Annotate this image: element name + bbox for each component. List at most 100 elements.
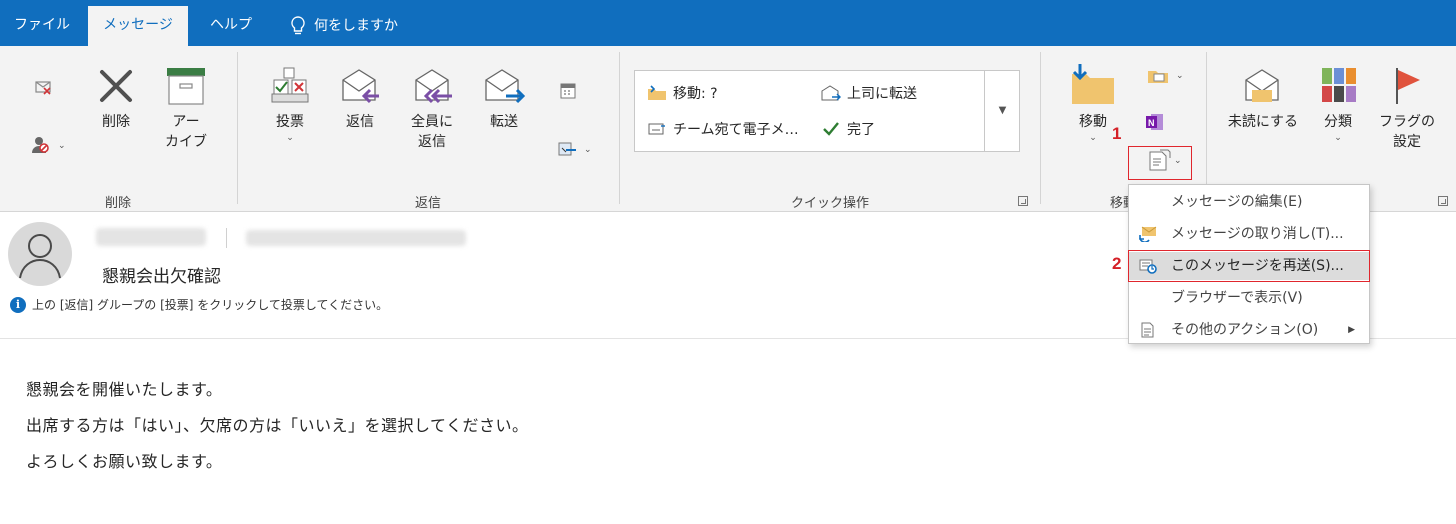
categorize-icon: [1322, 68, 1356, 102]
categorize-button[interactable]: 分類 ⌄: [1314, 66, 1362, 144]
vote-label: 投票: [276, 114, 304, 130]
onenote-button[interactable]: N: [1144, 112, 1166, 138]
body-line-3: よろしくお願い致します。: [26, 452, 223, 471]
tab-message[interactable]: メッセージ: [88, 6, 188, 46]
junk-button[interactable]: ⌄: [24, 136, 74, 160]
group-label-quick-steps: クイック操作: [790, 196, 869, 211]
other-actions-icon: [1141, 322, 1154, 338]
quick-step-move-to[interactable]: 移動: ?: [647, 83, 718, 103]
delete-x-icon: [100, 70, 132, 102]
forward-button[interactable]: 転送: [476, 66, 532, 132]
mark-unread-label: 未読にする: [1227, 114, 1299, 130]
unread-icon: [1245, 69, 1279, 102]
delete-button[interactable]: 削除: [88, 66, 144, 132]
vote-dropdown-caret: ⌄: [286, 133, 294, 143]
archive-label: アー カイブ: [165, 114, 207, 150]
quick-step-to-manager-label: 上司に転送: [847, 86, 917, 102]
more-respond-icon: ⌄: [558, 142, 592, 156]
forward-icon: [485, 69, 526, 104]
ribbon-separator: [1206, 52, 1207, 204]
archive-button[interactable]: アー カイブ: [158, 66, 214, 152]
tags-dialog-launcher[interactable]: [1438, 196, 1448, 206]
delete-label: 削除: [102, 114, 130, 130]
mark-unread-button[interactable]: 未読にする: [1226, 66, 1300, 132]
archive-icon: [167, 68, 205, 105]
sender-divider: [226, 228, 227, 248]
categorize-label: 分類: [1324, 114, 1352, 130]
menu-item-other-actions-label: その他のアクション(O): [1171, 322, 1319, 338]
junk-icon: ⌄: [32, 137, 66, 153]
quick-step-done[interactable]: 完了: [821, 119, 875, 139]
menu-item-edit-message-label: メッセージの編集(E): [1171, 194, 1303, 210]
tell-me-label: 何をしますか: [314, 18, 398, 34]
tab-help[interactable]: ヘルプ: [196, 6, 266, 46]
recall-icon: [1139, 226, 1157, 242]
message-subject: 懇親会出欠確認: [102, 267, 221, 287]
menu-item-recall-message[interactable]: メッセージの取り消し(T)...: [1129, 220, 1369, 248]
submenu-arrow-icon: ▶: [1348, 325, 1355, 335]
quick-step-to-manager[interactable]: 上司に転送: [821, 83, 917, 103]
menu-item-edit-message[interactable]: メッセージの編集(E): [1129, 188, 1369, 216]
flag-icon: [1396, 68, 1420, 104]
person-icon: [19, 234, 61, 279]
quick-steps-gallery: 移動: ? 上司に転送 チーム宛て電子メ… 完了: [634, 70, 1020, 152]
follow-up-flag-button[interactable]: フラグの 設定: [1376, 66, 1438, 152]
ribbon-separator: [619, 52, 620, 204]
quick-step-done-label: 完了: [847, 122, 875, 138]
sender-address-redacted: [246, 230, 466, 246]
svg-text:⌄: ⌄: [584, 145, 592, 155]
quick-steps-expand-button[interactable]: ▼: [984, 70, 1020, 152]
onenote-icon: N: [1146, 114, 1163, 130]
quick-steps-dialog-launcher[interactable]: [1018, 196, 1028, 206]
calendar-icon: [560, 83, 576, 99]
info-icon: i: [10, 296, 26, 313]
tab-file[interactable]: ファイル: [10, 6, 74, 46]
menu-bar: ファイル メッセージ ヘルプ 何をしますか: [0, 0, 1456, 46]
menu-item-view-in-browser[interactable]: ブラウザーで表示(V): [1129, 284, 1369, 312]
follow-up-flag-label: フラグの 設定: [1379, 114, 1435, 150]
reply-label: 返信: [346, 114, 374, 130]
info-text: 上の [返信] グループの [投票] をクリックして投票してください。: [32, 298, 389, 312]
highlight-box-resend: [1128, 250, 1370, 282]
forward-label: 転送: [490, 114, 518, 130]
avatar: [8, 222, 72, 286]
ignore-icon: [35, 81, 51, 95]
sender-name-redacted: [96, 228, 206, 246]
menu-item-view-in-browser-label: ブラウザーで表示(V): [1171, 290, 1303, 306]
quick-step-team-email-label: チーム宛て電子メ…: [673, 122, 799, 138]
ignore-button[interactable]: [28, 76, 60, 104]
group-label-respond: 返信: [414, 196, 441, 211]
ribbon-separator: [1040, 52, 1041, 204]
body-line-1: 懇親会を開催いたします。: [26, 380, 223, 399]
group-label-delete: 削除: [104, 196, 131, 211]
highlight-box-actions: [1128, 146, 1192, 180]
ribbon-separator: [237, 52, 238, 204]
quick-step-move-to-label: 移動: ?: [673, 86, 718, 102]
more-respond-button[interactable]: ⌄: [556, 140, 596, 164]
reply-all-label: 全員に 返信: [411, 114, 453, 150]
reply-all-icon: [415, 69, 452, 104]
reply-icon: [342, 69, 379, 104]
info-bar: i 上の [返信] グループの [投票] をクリックして投票してください。: [10, 296, 388, 313]
svg-text:⌄: ⌄: [58, 141, 66, 151]
rules-button[interactable]: ⌄: [1144, 66, 1188, 90]
vote-button[interactable]: 投票 ⌄: [262, 66, 318, 144]
reply-button[interactable]: 返信: [332, 66, 388, 132]
step-number-2: 2: [1112, 254, 1122, 273]
forward-mail-icon: [821, 85, 841, 101]
lightbulb-icon: [291, 16, 305, 35]
body-line-2: 出席する方は「はい」、欠席の方は「いいえ」を選択してください。: [26, 416, 529, 435]
checkmark-icon: [823, 122, 839, 136]
svg-text:N: N: [1148, 118, 1155, 128]
folder-move-icon: [648, 85, 666, 100]
meeting-button[interactable]: [556, 82, 580, 106]
menu-item-recall-message-label: メッセージの取り消し(T)...: [1171, 226, 1344, 242]
quick-step-team-email[interactable]: チーム宛て電子メ…: [647, 119, 799, 139]
reply-all-button[interactable]: 全員に 返信: [402, 66, 462, 152]
team-email-icon: [648, 123, 665, 135]
rules-icon: ⌄: [1148, 71, 1184, 83]
vote-icon: [271, 67, 309, 103]
svg-text:⌄: ⌄: [1176, 71, 1184, 81]
tell-me-search[interactable]: 何をしますか: [290, 6, 398, 46]
menu-item-other-actions[interactable]: その他のアクション(O) ▶: [1129, 316, 1369, 344]
